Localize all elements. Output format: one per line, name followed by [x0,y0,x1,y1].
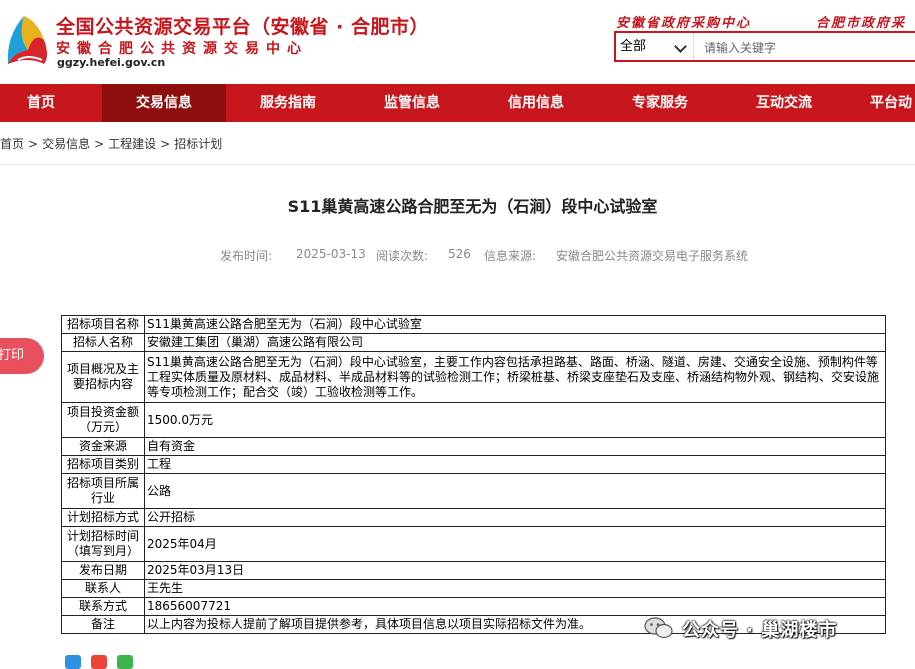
row-label: 项目概况及主要招标内容 [61,351,145,403]
nav-expert-service[interactable]: 专家服务 [598,84,722,122]
emblem-logo[interactable] [4,6,50,68]
row-value: 王先生 [144,579,886,598]
table-row: 招标项目类别 工程 [61,455,886,474]
row-label: 招标项目类别 [61,455,145,474]
table-row: 联系人 王先生 [61,579,886,598]
table-row: 计划招标时间（填写到月） 2025年04月 [61,526,886,562]
site-title[interactable]: 全国公共资源交易平台（安徽省 · 合肥市） [56,12,429,39]
row-label: 资金来源 [61,437,145,456]
nav-interaction[interactable]: 互动交流 [722,84,846,122]
row-value: 1500.0万元 [144,402,886,438]
breadcrumb-home[interactable]: 首页 [0,135,24,152]
publish-time: 2025-03-13 [296,247,366,261]
nav-supervision[interactable]: 监管信息 [350,84,474,122]
row-value: 公路 [144,473,886,509]
row-label: 备注 [61,615,145,634]
row-value: 2025年03月13日 [144,561,886,580]
breadcrumb-bidding-plan[interactable]: 招标计划 [174,135,222,152]
search-category-select[interactable]: 全部 [616,33,694,60]
row-label: 招标项目所属行业 [61,473,145,509]
site-subtitle: 安徽合肥公共资源交易中心 [56,41,308,57]
table-row: 计划招标方式 公开招标 [61,508,886,527]
breadcrumb-separator: > [94,137,105,151]
chevron-down-icon [674,40,687,53]
row-label: 招标人名称 [61,333,145,352]
row-label: 招标项目名称 [61,315,145,334]
row-value: 2025年04月 [144,526,886,562]
breadcrumb-separator: > [28,137,39,151]
province-procurement-link[interactable]: 安徽省政府采购中心 [616,12,751,31]
table-row: 项目投资金额（万元） 1500.0万元 [61,402,886,438]
row-value: 工程 [144,455,886,474]
table-row: 招标人名称 安徽建工集团（巢湖）高速公路有限公司 [61,333,886,352]
views-count: 526 [448,247,471,261]
row-label: 项目投资金额（万元） [61,402,145,438]
breadcrumb-construction[interactable]: 工程建设 [108,135,156,152]
row-value: 自有资金 [144,437,886,456]
article-title: S11巢黄高速公路合肥至无为（石涧）段中心试验室 [287,197,658,216]
print-button[interactable]: 打印 [0,338,44,374]
project-info-table: 招标项目名称 S11巢黄高速公路合肥至无为（石涧）段中心试验室 招标人名称 安徽建工… [61,315,886,634]
nav-credit-info[interactable]: 信用信息 [474,84,598,122]
row-label: 计划招标方式 [61,508,145,527]
nav-home[interactable]: 首页 [0,84,82,122]
search-category-value: 全部 [620,39,647,54]
row-label: 联系人 [61,579,145,598]
row-label: 计划招标时间（填写到月） [61,526,145,562]
source-label: 信息来源: [484,249,537,263]
wechat-icon [644,617,673,639]
row-label: 联系方式 [61,597,145,616]
city-procurement-link[interactable]: 合肥市政府采 [816,12,906,31]
row-value: S11巢黄高速公路合肥至无为（石涧）段中心试验室 [144,315,886,334]
table-row: 招标项目所属行业 公路 [61,473,886,509]
table-row: 项目概况及主要招标内容 S11巢黄高速公路合肥至无为（石涧）段中心试验室，主要工作… [61,351,886,403]
table-row: 发布日期 2025年03月13日 [61,561,886,580]
table-row: 招标项目名称 S11巢黄高速公路合肥至无为（石涧）段中心试验室 [61,315,886,334]
nav-service-guide[interactable]: 服务指南 [226,84,350,122]
nav-trade-info[interactable]: 交易信息 [102,84,226,122]
watermark: 公众号 · 巢湖楼市 [682,620,838,641]
table-row: 资金来源 自有资金 [61,437,886,456]
row-value: 18656007721 [144,597,886,616]
main-nav: 首页 交易信息 服务指南 监管信息 信用信息 专家服务 互动交流 平台动 [0,84,915,122]
row-value: 安徽建工集团（巢湖）高速公路有限公司 [144,333,886,352]
breadcrumb-separator: > [160,137,171,151]
nav-platform[interactable]: 平台动 [870,84,915,122]
breadcrumb-trade-info[interactable]: 交易信息 [42,135,90,152]
search-input[interactable] [702,37,906,58]
search-box: 全部 [614,31,915,62]
publish-time-label: 发布时间: [220,249,273,263]
row-value: S11巢黄高速公路合肥至无为（石涧）段中心试验室，主要工作内容包括承担路基、路面… [144,351,886,403]
source-value: 安徽合肥公共资源交易电子服务系统 [556,249,749,263]
views-label: 阅读次数: [376,249,429,263]
divider [0,164,915,165]
site-url: ggzy.hefei.gov.cn [57,56,166,69]
row-label: 发布日期 [61,561,145,580]
breadcrumb: 首页 > 交易信息 > 工程建设 > 招标计划 [0,135,222,152]
table-row: 联系方式 18656007721 [61,597,886,616]
row-value: 公开招标 [144,508,886,527]
site-header: 全国公共资源交易平台（安徽省 · 合肥市） 安徽合肥公共资源交易中心 ggzy.… [0,0,915,84]
